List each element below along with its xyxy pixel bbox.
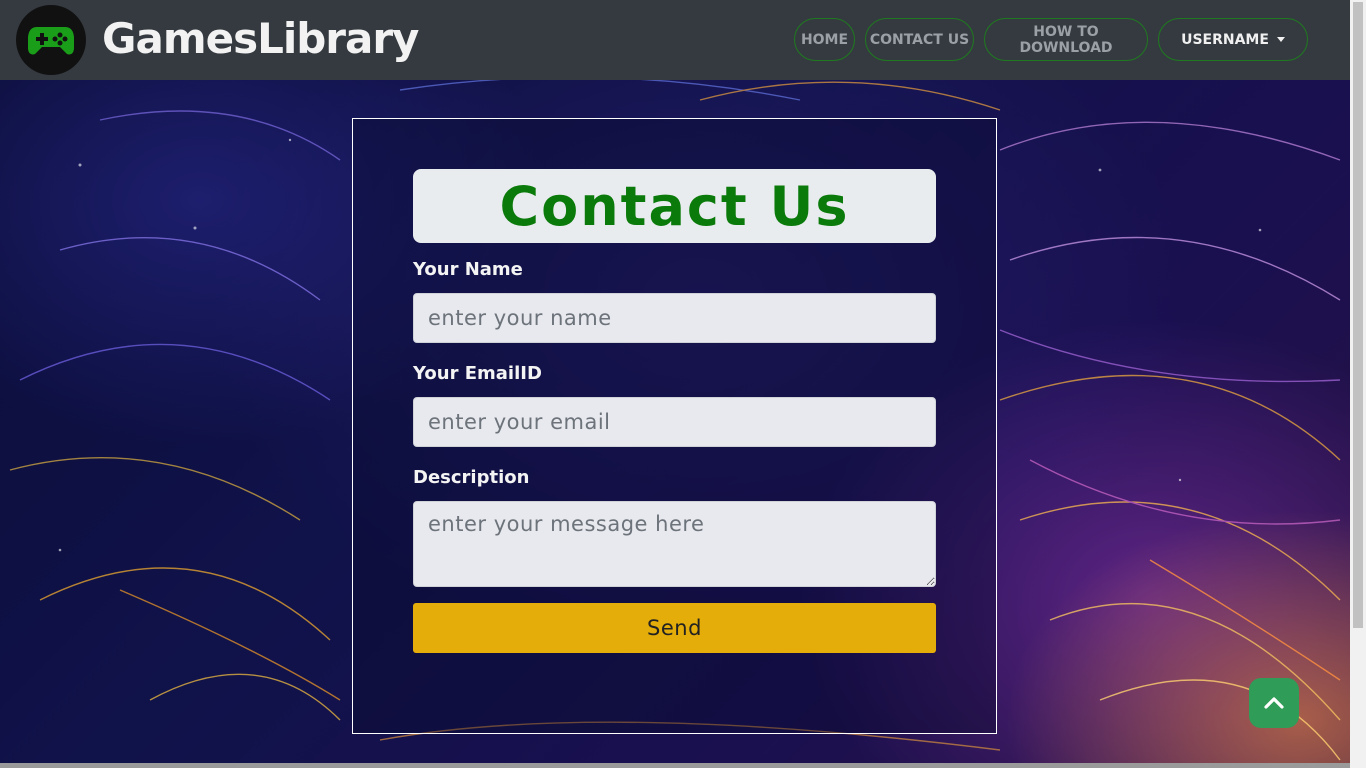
nav-contact-button[interactable]: CONTACT US (865, 18, 974, 61)
brand-logo[interactable] (16, 5, 86, 75)
send-button[interactable]: Send (413, 603, 936, 653)
name-label: Your Name (413, 259, 523, 280)
nav-how-to-download-button[interactable]: HOW TO DOWNLOAD (984, 18, 1148, 61)
email-label: Your EmailID (413, 363, 542, 384)
brand-name[interactable]: GamesLibrary (102, 14, 419, 63)
username-label: USERNAME (1181, 31, 1269, 48)
caret-down-icon (1276, 37, 1285, 42)
scrollbar-thumb[interactable] (1353, 2, 1363, 628)
form-title: Contact Us (499, 174, 850, 238)
back-to-top-button[interactable] (1249, 678, 1299, 728)
form-title-box: Contact Us (413, 169, 936, 243)
description-textarea[interactable] (413, 501, 936, 587)
gamepad-icon (28, 27, 74, 55)
navbar: GamesLibrary HOME CONTACT US HOW TO DOWN… (0, 0, 1350, 80)
bottom-edge (0, 763, 1350, 768)
nav-home-button[interactable]: HOME (794, 18, 855, 61)
username-dropdown[interactable]: USERNAME (1158, 18, 1308, 61)
email-input[interactable] (413, 397, 936, 447)
description-label: Description (413, 467, 530, 488)
page-scrollbar[interactable] (1350, 0, 1366, 768)
chevron-up-icon (1264, 697, 1284, 709)
name-input[interactable] (413, 293, 936, 343)
